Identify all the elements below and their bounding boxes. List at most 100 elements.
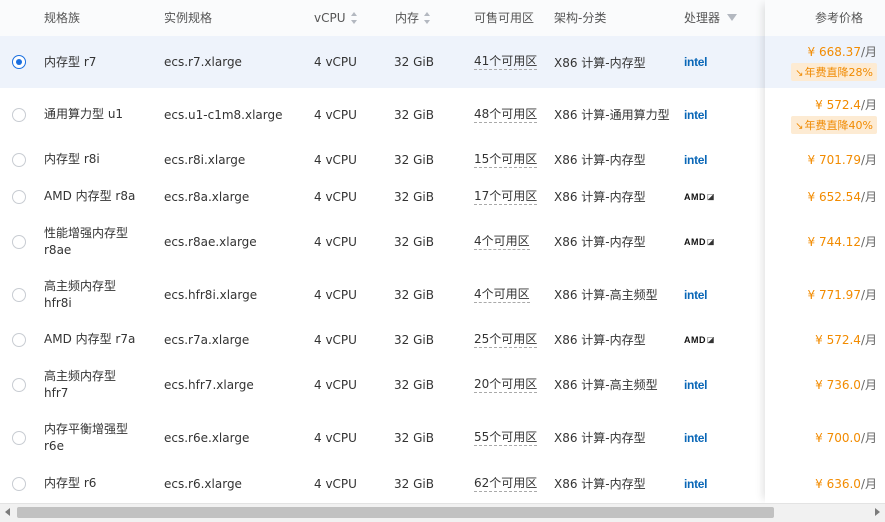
spec-text: ecs.r7a.xlarge — [164, 332, 250, 347]
spec-text: ecs.hfr8i.xlarge — [164, 287, 258, 302]
price-unit: /月 — [860, 431, 877, 445]
cell-vcpu: 4 vCPU — [314, 268, 389, 321]
radio-icon[interactable] — [12, 107, 26, 122]
row-radio-cell — [0, 141, 40, 178]
radio-icon[interactable] — [12, 377, 26, 392]
cell-price: ¥ 700.0/月 — [815, 411, 877, 464]
table-row[interactable]: AMD 内存型 r8a ecs.r8a.xlarge 4 vCPU 32 GiB 17个… — [0, 178, 885, 216]
table-row[interactable]: 高主频内存型 hfr8i ecs.hfr8i.xlarge 4 vCPU 32 GiB… — [0, 268, 885, 322]
cell-zones: 4个可用区 — [474, 215, 549, 268]
zones-text: 17个可用区 — [474, 188, 538, 205]
cell-family: AMD 内存型 r7a — [44, 321, 144, 358]
zones-text: 4个可用区 — [474, 286, 530, 303]
horizontal-scrollbar[interactable] — [0, 503, 885, 522]
trend-down-icon: ↘ — [795, 68, 804, 79]
amd-logo: AMD — [684, 191, 706, 202]
header-zones: 可售可用区 — [474, 0, 534, 36]
family-text: AMD 内存型 r8a — [44, 189, 136, 203]
radio-icon[interactable] — [12, 189, 26, 204]
cell-spec: ecs.u1-c1m8.xlarge — [164, 88, 309, 141]
cell-cpu: AMD ◪ — [684, 178, 715, 215]
price-value: ¥ 771.97 — [807, 288, 861, 302]
spec-text: ecs.hfr7.xlarge — [164, 377, 254, 392]
header-memory[interactable]: 内存 — [395, 0, 431, 36]
arch-text: X86 计算-内存型 — [554, 431, 646, 445]
row-radio-cell — [0, 268, 40, 321]
cell-memory: 32 GiB — [394, 321, 469, 358]
radio-icon[interactable] — [12, 234, 26, 249]
cell-vcpu: 4 vCPU — [314, 464, 389, 503]
table-row[interactable]: 通用算力型 u1 ecs.u1-c1m8.xlarge 4 vCPU 32 GiB 48… — [0, 88, 885, 142]
cell-family: 内存型 r6 — [44, 464, 144, 503]
cell-price: ¥ 636.0/月 — [815, 464, 877, 503]
scroll-right-icon[interactable] — [875, 508, 880, 516]
scrollbar-thumb[interactable] — [17, 507, 774, 518]
table-row[interactable]: 内存平衡增强型 r6e ecs.r6e.xlarge 4 vCPU 32 GiB 55个… — [0, 411, 885, 465]
header-vcpu[interactable]: vCPU — [314, 0, 358, 36]
cell-zones: 62个可用区 — [474, 464, 549, 503]
table-row[interactable]: 性能增强内存型 r8ae ecs.r8ae.xlarge 4 vCPU 32 GiB 4… — [0, 215, 885, 269]
amd-arrow-icon: ◪ — [707, 192, 715, 201]
cell-arch: X86 计算-高主频型 — [554, 268, 679, 321]
cell-arch: X86 计算-高主频型 — [554, 358, 679, 411]
cell-vcpu: 4 vCPU — [314, 358, 389, 411]
header-memory-label: 内存 — [395, 11, 420, 25]
header-price: 参考价格 — [815, 0, 863, 36]
memory-text: 32 GiB — [394, 430, 434, 445]
table-row[interactable]: 内存型 r8i ecs.r8i.xlarge 4 vCPU 32 GiB 15个可用区 X… — [0, 141, 885, 179]
cell-price: ¥ 572.4/月 — [815, 321, 877, 358]
row-radio-cell — [0, 321, 40, 358]
sort-icon[interactable] — [350, 11, 358, 24]
cell-spec: ecs.hfr7.xlarge — [164, 358, 309, 411]
amd-logo: AMD — [684, 236, 706, 247]
header-vcpu-label: vCPU — [314, 11, 346, 25]
memory-text: 32 GiB — [394, 55, 434, 69]
cell-family: 高主频内存型 hfr8i — [44, 268, 144, 321]
spec-text: ecs.r8i.xlarge — [164, 152, 246, 167]
radio-icon[interactable] — [12, 430, 26, 445]
price-value: ¥ 736.0 — [815, 378, 861, 392]
cell-memory: 32 GiB — [394, 36, 469, 88]
radio-icon[interactable] — [12, 476, 26, 491]
price-text: ¥ 744.12/月 — [808, 233, 877, 250]
radio-icon[interactable] — [12, 332, 26, 347]
arch-text: X86 计算-内存型 — [554, 235, 646, 249]
price-value: ¥ 572.4 — [815, 333, 861, 347]
zones-text: 41个可用区 — [474, 54, 538, 70]
table-row[interactable]: AMD 内存型 r7a ecs.r7a.xlarge 4 vCPU 32 GiB 25个… — [0, 321, 885, 359]
intel-logo: intel — [684, 476, 708, 491]
table-row[interactable]: 内存型 r6 ecs.r6.xlarge 4 vCPU 32 GiB 62个可用区 X86… — [0, 464, 885, 504]
header-cpu[interactable]: 处理器 — [684, 0, 738, 36]
cell-memory: 32 GiB — [394, 358, 469, 411]
radio-icon[interactable] — [12, 152, 26, 167]
scroll-left-icon[interactable] — [5, 508, 10, 516]
spec-text: ecs.r6e.xlarge — [164, 430, 250, 445]
table-row[interactable]: 内存型 r7 ecs.r7.xlarge 4 vCPU 32 GiB 41个可用区 X86… — [0, 36, 885, 89]
price-value: ¥ 652.54 — [807, 190, 861, 204]
family-text: 内存平衡增强型 r6e — [44, 421, 129, 453]
cell-vcpu: 4 vCPU — [314, 141, 389, 178]
header-arch-label: 架构-分类 — [554, 11, 607, 25]
price-unit: /月 — [860, 235, 877, 249]
cell-family: 内存平衡增强型 r6e — [44, 411, 144, 464]
price-text: ¥ 636.0/月 — [815, 475, 877, 492]
cell-price: ¥ 701.79/月 — [808, 141, 877, 178]
memory-text: 32 GiB — [394, 189, 434, 204]
vcpu-text: 4 vCPU — [314, 152, 357, 167]
cell-price: ¥ 744.12/月 — [808, 215, 877, 268]
filter-icon[interactable] — [727, 14, 738, 21]
sort-icon[interactable] — [424, 11, 431, 24]
header-family: 规格族 — [44, 0, 80, 36]
intel-logo: intel — [684, 152, 708, 167]
table-row[interactable]: 高主频内存型 hfr7 ecs.hfr7.xlarge 4 vCPU 32 GiB 20… — [0, 358, 885, 412]
spec-text: ecs.u1-c1m8.xlarge — [164, 107, 283, 122]
price-value: ¥ 701.79 — [807, 153, 861, 167]
radio-icon[interactable] — [12, 287, 26, 302]
price-unit: /月 — [860, 153, 877, 167]
amd-logo: AMD — [684, 334, 706, 345]
price-value: ¥ 700.0 — [815, 431, 861, 445]
cell-vcpu: 4 vCPU — [314, 88, 389, 141]
cell-cpu: intel — [684, 268, 707, 321]
cell-vcpu: 4 vCPU — [314, 215, 389, 268]
radio-icon[interactable] — [12, 55, 26, 69]
